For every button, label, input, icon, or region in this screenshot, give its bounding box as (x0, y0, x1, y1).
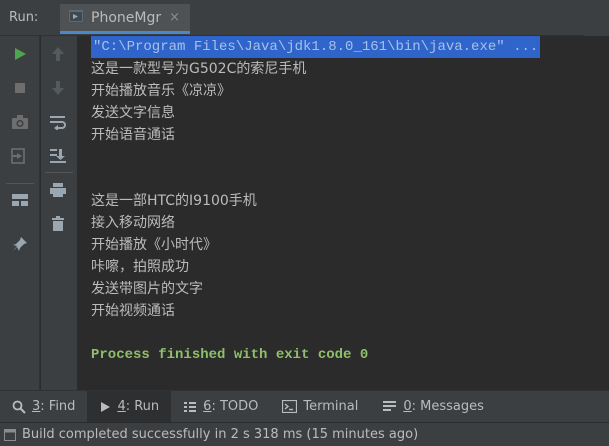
terminal-label: Terminal (303, 399, 359, 414)
pin-tab-button[interactable] (8, 232, 32, 256)
console-line: 这是一款型号为G502C的索尼手机 (91, 61, 307, 77)
header-right-area (584, 0, 609, 36)
exit-button[interactable] (8, 144, 32, 168)
trash-icon (52, 216, 64, 231)
stop-icon (15, 83, 25, 93)
messages-icon (383, 401, 397, 411)
tool-window-bar: 3: Find 4: Run 6: TODO Terminal 0: Messa… (0, 390, 609, 423)
scroll-to-end-button[interactable] (46, 144, 70, 168)
console-line: 发送带图片的文字 (91, 281, 203, 297)
messages-label: : Messages (411, 399, 484, 414)
console-line: 接入移动网络 (91, 215, 175, 231)
scroll-up-button[interactable] (46, 42, 70, 66)
play-icon (15, 48, 26, 60)
command-line: "C:\Program Files\Java\jdk1.8.0_161\bin\… (91, 36, 541, 58)
tab-phonemgr[interactable]: PhoneMgr × (60, 4, 190, 34)
rerun-button[interactable] (8, 42, 32, 66)
wrap-icon (50, 116, 66, 130)
status-window-icon[interactable] (4, 428, 16, 441)
toolbar-separator (6, 183, 34, 184)
tool-window-messages[interactable]: 0: Messages (370, 391, 496, 423)
console-line: 咔嚓，拍照成功 (91, 259, 189, 275)
toolbar-separator (45, 172, 73, 173)
exit-icon (11, 148, 25, 164)
soft-wrap-button[interactable] (46, 110, 70, 134)
dump-threads-button[interactable] (8, 110, 32, 134)
close-icon[interactable]: × (169, 10, 180, 25)
run-header: Run: PhoneMgr × (0, 0, 609, 36)
console-line: 发送文字信息 (91, 105, 175, 121)
console-line: 开始播放《小时代》 (91, 237, 217, 253)
search-icon (12, 400, 26, 414)
run-label: : Run (125, 399, 160, 414)
todo-label: : TODO (211, 399, 259, 414)
terminal-icon (282, 400, 298, 413)
tool-window-run[interactable]: 4: Run (87, 390, 172, 423)
clear-all-button[interactable] (46, 212, 70, 236)
run-config-icon (68, 8, 84, 28)
print-button[interactable] (46, 178, 70, 202)
run-label: Run: (9, 10, 39, 25)
console-line: 这是一部HTC的I9100手机 (91, 193, 257, 209)
layout-icon (12, 194, 28, 206)
run-toolbar-secondary (41, 36, 77, 390)
build-status-text: Build completed successfully in 2 s 318 … (22, 427, 419, 442)
arrow-down-icon (52, 81, 64, 95)
scroll-down-button[interactable] (46, 76, 70, 100)
stop-button[interactable] (8, 76, 32, 100)
todo-icon (184, 401, 197, 412)
tab-title: PhoneMgr (91, 9, 162, 26)
run-icon (101, 401, 111, 412)
messages-mnemonic: 0 (403, 399, 412, 414)
find-label: : Find (40, 399, 76, 414)
pin-icon (13, 237, 27, 251)
restore-layout-button[interactable] (8, 188, 32, 212)
run-mnemonic: 4 (117, 399, 126, 414)
tool-window-terminal[interactable]: Terminal (270, 391, 370, 423)
console-line: 开始播放音乐《凉凉》 (91, 83, 231, 99)
console-output[interactable]: "C:\Program Files\Java\jdk1.8.0_161\bin\… (77, 36, 609, 390)
scroll-end-icon (50, 149, 66, 163)
print-icon (50, 183, 66, 197)
exit-code-line: Process finished with exit code 0 (91, 347, 369, 363)
run-toolbar-primary (0, 36, 40, 390)
console-line: 开始视频通话 (91, 303, 175, 319)
console-line: 开始语音通话 (91, 127, 175, 143)
camera-icon (12, 115, 28, 129)
status-bar: Build completed successfully in 2 s 318 … (0, 422, 609, 446)
tool-window-todo[interactable]: 6: TODO (171, 391, 270, 423)
tool-window-find[interactable]: 3: Find (0, 391, 87, 423)
arrow-up-icon (52, 47, 64, 61)
